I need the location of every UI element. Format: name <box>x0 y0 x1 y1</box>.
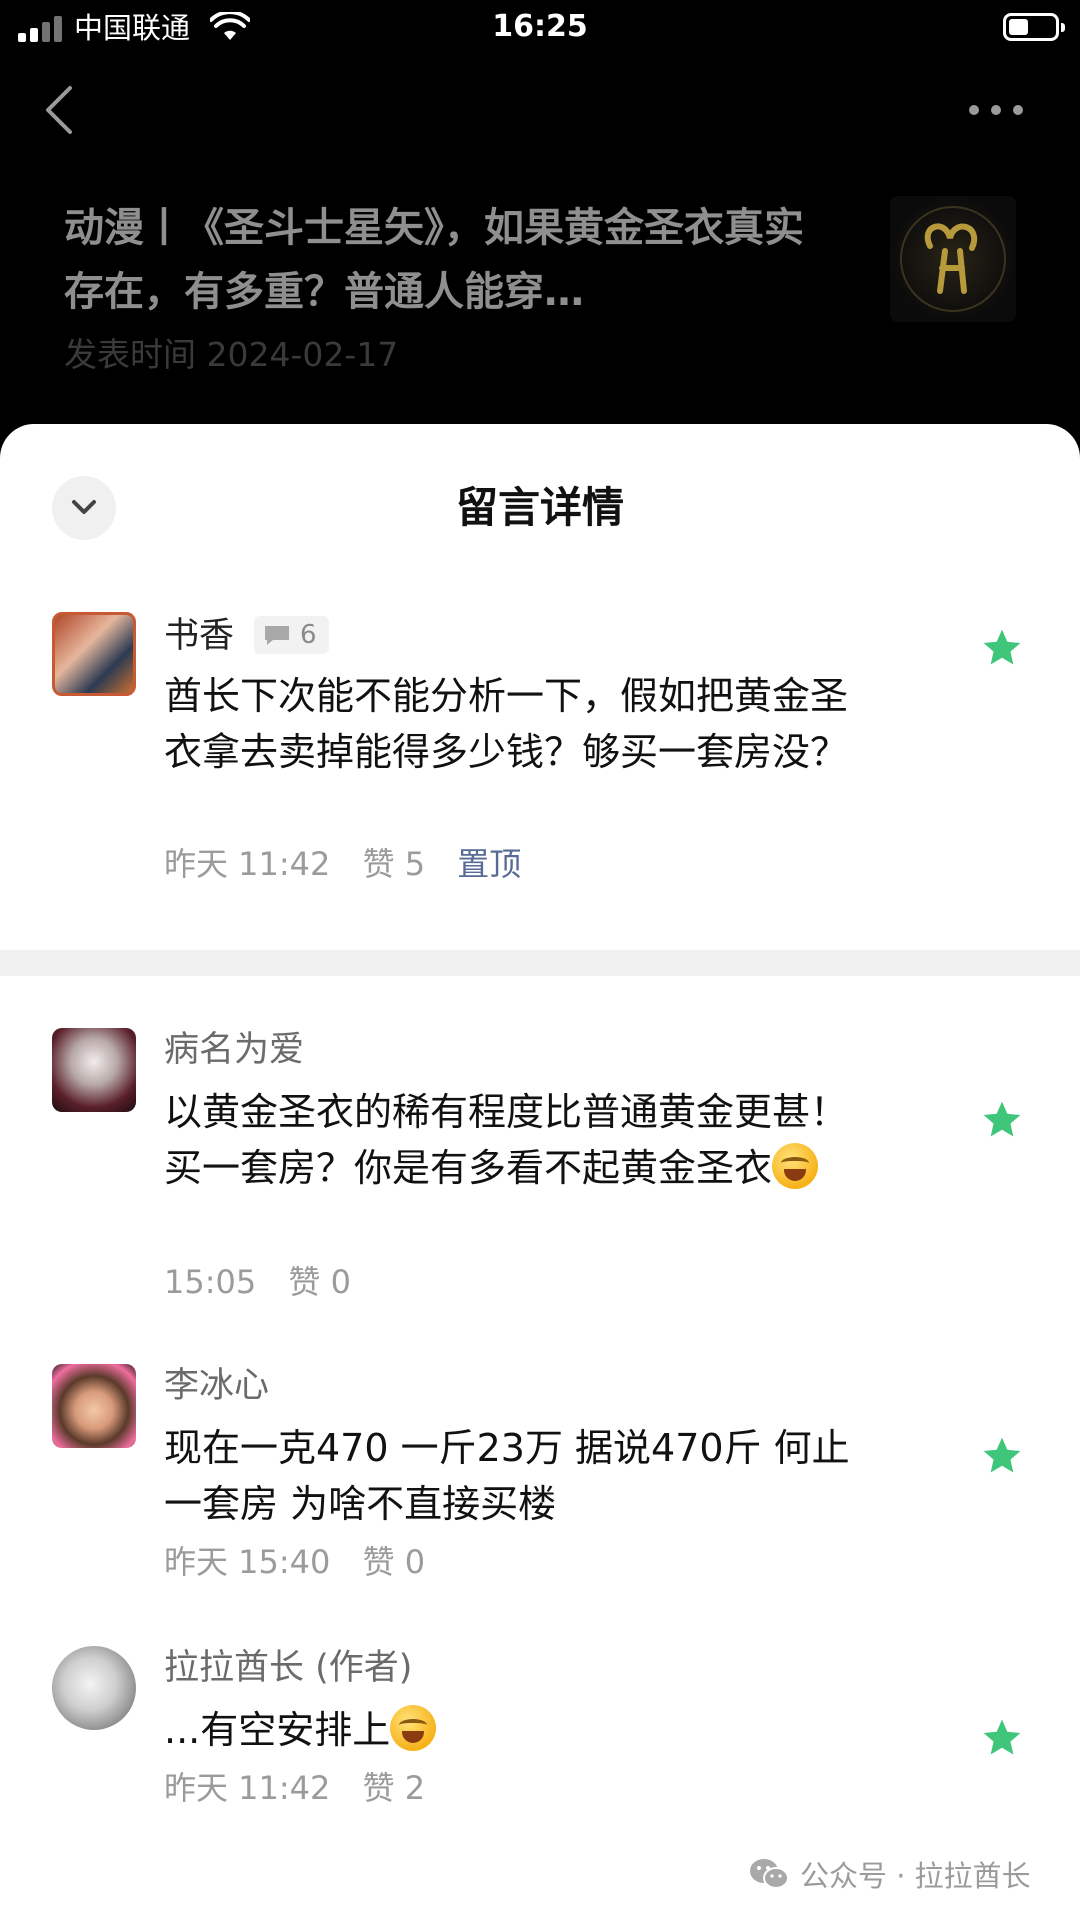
comment-meta: 15:05 赞 0 <box>164 1260 373 1304</box>
like-count[interactable]: 赞 5 <box>363 845 426 883</box>
reply-count: 6 <box>300 620 317 650</box>
comment-bubble-icon <box>265 626 289 645</box>
avatar[interactable] <box>52 1028 136 1112</box>
comment-time: 昨天 11:42 <box>164 1769 331 1807</box>
comment-time: 昨天 11:42 <box>164 845 331 883</box>
section-divider <box>0 950 1080 976</box>
star-icon[interactable] <box>980 1716 1024 1760</box>
star-icon[interactable] <box>980 1098 1024 1142</box>
clock: 16:25 <box>492 9 588 44</box>
more-options-icon[interactable] <box>968 96 1024 124</box>
avatar[interactable] <box>52 1646 136 1730</box>
comment-text: 酋长下次能不能分析一下，假如把黄金圣衣拿去卖掉能得多少钱？够买一套房没？ <box>164 674 849 774</box>
comment-text: 现在一克470 一斤23万 据说470斤 何止一套房 为啥不直接买楼 <box>164 1426 850 1526</box>
comment-meta: 昨天 15:40 赞 0 <box>164 1540 447 1584</box>
status-bar: 中国联通 16:25 <box>0 0 1080 56</box>
comment-meta: 昨天 11:42 赞 2 <box>164 1766 447 1810</box>
laugh-cry-emoji-icon <box>772 1143 819 1189</box>
wechat-icon <box>750 1859 789 1889</box>
reply-count-badge[interactable]: 6 <box>254 616 329 654</box>
article-date: 发表时间 2024-02-17 <box>64 335 399 374</box>
watermark: 公众号 · 拉拉酋长 <box>748 1852 1031 1896</box>
comment-author[interactable]: 书香 <box>164 614 234 658</box>
laugh-cry-emoji-icon <box>390 1705 437 1751</box>
comment-detail-sheet: 留言详情 书香 6 酋长下次能不能分析一下，假如把黄金圣衣拿去卖掉能得多少钱？够… <box>0 424 1080 1920</box>
like-count[interactable]: 赞 2 <box>363 1769 426 1807</box>
star-icon[interactable] <box>980 626 1024 670</box>
watermark-text: 公众号 · 拉拉酋长 <box>800 1859 1031 1893</box>
like-count[interactable]: 赞 0 <box>363 1543 426 1581</box>
comment-author[interactable]: 李冰心 <box>164 1364 269 1408</box>
avatar[interactable] <box>52 612 136 696</box>
comment-time: 昨天 15:40 <box>164 1543 331 1581</box>
article-thumbnail[interactable] <box>890 196 1016 322</box>
sheet-title: 留言详情 <box>455 483 624 532</box>
pin-label[interactable]: 置顶 <box>457 845 521 883</box>
avatar[interactable] <box>52 1364 136 1448</box>
like-count[interactable]: 赞 0 <box>288 1263 351 1301</box>
article-title[interactable]: 动漫丨《圣斗士星矢》，如果黄金圣衣真实存在，有多重？普通人能穿… <box>64 196 804 324</box>
comment-author[interactable]: 拉拉酋长 (作者) <box>164 1646 412 1690</box>
comment-meta: 昨天 11:42 赞 5 置顶 <box>164 842 543 886</box>
comment-author[interactable]: 病名为爱 <box>164 1028 304 1072</box>
gold-aries-icon <box>900 206 1006 312</box>
comment-text: 以黄金圣衣的稀有程度比普通黄金更甚！买一套房？你是有多看不起黄金圣衣 <box>164 1090 849 1190</box>
star-icon[interactable] <box>980 1434 1024 1478</box>
back-arrow-icon[interactable] <box>40 84 80 136</box>
comment-text: ...有空安排上 <box>164 1702 884 1758</box>
comment-time: 15:05 <box>164 1263 257 1301</box>
battery-icon <box>1003 13 1065 41</box>
